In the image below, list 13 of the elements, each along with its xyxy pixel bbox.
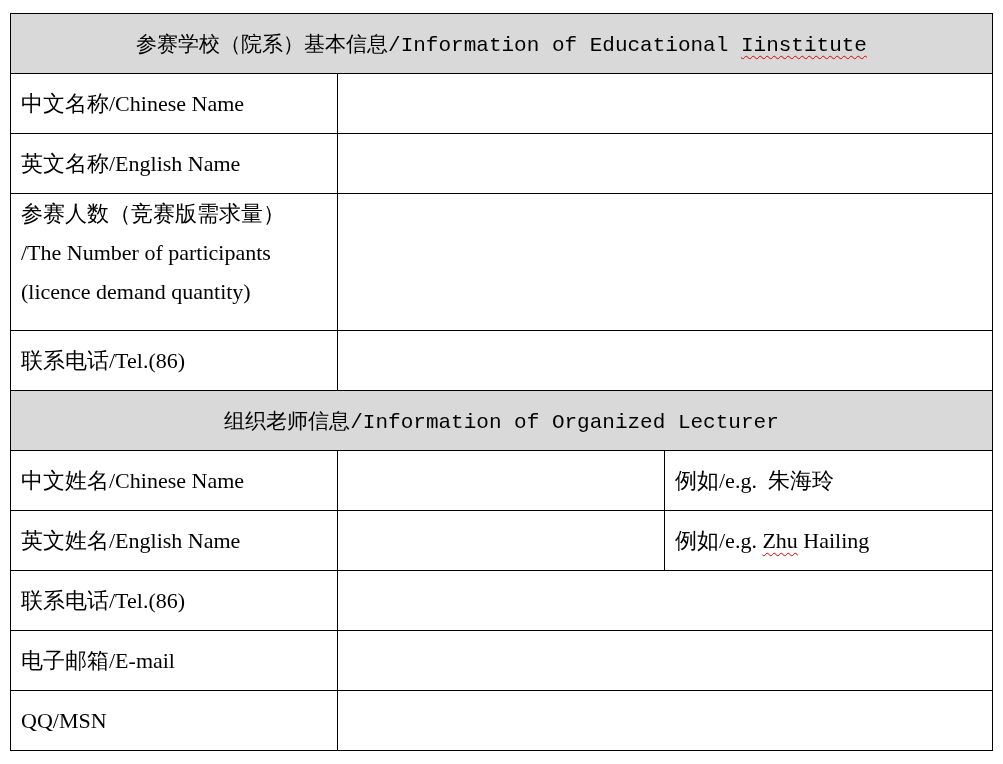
- field-label: QQ/MSN: [10, 690, 338, 751]
- field-label: 中文姓名/Chinese Name: [10, 450, 338, 511]
- field-label: 英文名称/English Name: [10, 133, 338, 194]
- field-label: 电子邮箱/E-mail: [10, 630, 338, 691]
- section-header: 参赛学校（院系）基本信息/Information of Educational Iinstitute: [10, 13, 993, 74]
- field-label: 参赛人数（竞赛版需求量） /The Number of participants (licence demand quantity): [10, 193, 338, 331]
- example-text: 例如/e.g. Zhu Hailing: [664, 510, 993, 571]
- field-label: 中文名称/Chinese Name: [10, 73, 338, 134]
- field-label: 英文姓名/English Name: [10, 510, 338, 571]
- field-label: 联系电话/Tel.(86): [10, 330, 338, 391]
- example-text: 例如/e.g. 朱海玲: [664, 450, 993, 511]
- section-header: 组织老师信息/Information of Organized Lecturer: [10, 390, 993, 451]
- field-label: 联系电话/Tel.(86): [10, 570, 338, 631]
